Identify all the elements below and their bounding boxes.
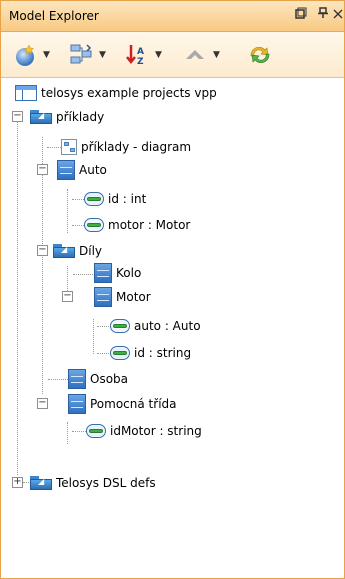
tree-item-label: Motor [116, 290, 151, 304]
new-element-icon [16, 44, 35, 66]
tree-item-label: Auto [79, 163, 107, 177]
collapse-toggle[interactable]: − [62, 291, 73, 302]
restore-window-icon[interactable] [291, 6, 311, 26]
expand-toggle[interactable]: + [12, 477, 23, 488]
new-element-button[interactable]: ▼ [13, 43, 50, 67]
collapse-toggle[interactable]: − [37, 398, 48, 409]
tree-connector [72, 199, 84, 200]
collapse-toggle[interactable]: − [37, 164, 48, 175]
model-explorer-panel: Model Explorer ▼ ▼ A Z ▼ ▼ telosys examp… [0, 0, 345, 579]
tree-connector [73, 274, 93, 275]
tree-item-label: Osoba [90, 372, 129, 386]
tree-item-class-auto[interactable]: Auto [57, 160, 107, 180]
tree-item-project[interactable]: telosys example projects vpp [15, 83, 217, 103]
class-icon [68, 369, 86, 389]
tree-connector [93, 319, 94, 354]
tree-item-label: id : int [108, 192, 147, 206]
refresh-icon [250, 46, 270, 64]
tree-item-label: auto : Auto [134, 319, 201, 333]
navigate-up-icon [186, 50, 204, 59]
close-icon[interactable] [328, 6, 345, 26]
tree-connector [23, 482, 29, 483]
svg-text:Z: Z [137, 57, 144, 67]
tree-connector [97, 326, 111, 327]
package-icon: ◢ [30, 476, 52, 490]
tree-item-attribute[interactable]: idMotor : string [86, 421, 202, 441]
svg-text:A: A [137, 47, 144, 57]
tree-item-package-telosys-dsl[interactable]: ◢ Telosys DSL defs [30, 473, 156, 493]
reference-attribute-icon [110, 319, 130, 333]
collapse-toggle[interactable]: − [37, 245, 48, 256]
attribute-icon [84, 192, 104, 206]
tree-item-attribute[interactable]: auto : Auto [110, 316, 201, 336]
tree-connector [48, 379, 68, 380]
model-tree: telosys example projects vpp − ◢ příklad… [1, 79, 344, 578]
project-icon [15, 85, 37, 101]
chevron-down-icon[interactable]: ▼ [43, 50, 50, 60]
tree-item-class-motor[interactable]: Motor [94, 287, 151, 307]
tree-item-class-pomocna[interactable]: Pomocná třída [68, 394, 177, 414]
refresh-button[interactable] [247, 43, 273, 67]
tree-item-label: Kolo [116, 266, 142, 280]
chevron-down-icon[interactable]: ▼ [99, 50, 106, 60]
tree-item-attribute[interactable]: motor : Motor [84, 215, 190, 235]
sort-icon: A Z [126, 45, 144, 67]
layout-icon [70, 44, 92, 64]
collapse-toggle[interactable]: − [12, 111, 23, 122]
tree-item-label: Pomocná třída [90, 397, 177, 411]
chevron-down-icon[interactable]: ▼ [213, 50, 220, 60]
tree-connector [97, 353, 111, 354]
panel-titlebar: Model Explorer [1, 1, 344, 32]
tree-item-label: Díly [79, 244, 103, 258]
class-icon [94, 263, 112, 283]
attribute-icon [110, 346, 130, 360]
attribute-icon [86, 424, 106, 438]
tree-item-package-priklady[interactable]: ◢ příklady [30, 107, 104, 127]
package-icon: ◢ [30, 110, 52, 124]
tree-item-diagram[interactable]: příklady - diagram [61, 137, 191, 157]
explorer-toolbar: ▼ ▼ A Z ▼ ▼ [1, 32, 344, 78]
tree-connector [47, 147, 61, 148]
tree-item-class-kolo[interactable]: Kolo [94, 263, 141, 283]
class-icon [57, 160, 75, 180]
tree-connector [72, 431, 86, 432]
tree-item-label: příklady - diagram [81, 140, 192, 154]
tree-connector [67, 422, 68, 444]
tree-item-label: Telosys DSL defs [56, 476, 156, 490]
tree-connector [17, 114, 18, 475]
class-icon [68, 394, 86, 414]
tree-connector [72, 225, 84, 226]
tree-connector [67, 189, 68, 233]
reference-attribute-icon [84, 218, 104, 232]
layout-button[interactable]: ▼ [69, 43, 106, 67]
tree-item-label: příklady [56, 110, 105, 124]
tree-item-label: telosys example projects vpp [41, 86, 217, 100]
tree-item-attribute[interactable]: id : string [110, 343, 191, 363]
tree-item-label: motor : Motor [108, 218, 191, 232]
panel-title: Model Explorer [9, 9, 99, 23]
tree-item-attribute[interactable]: id : int [84, 189, 146, 209]
chevron-down-icon[interactable]: ▼ [155, 50, 162, 60]
tree-item-package-dily[interactable]: ◢ Díly [53, 241, 102, 261]
tree-item-label: id : string [134, 346, 192, 360]
sort-button[interactable]: A Z ▼ [125, 43, 162, 67]
tree-item-label: idMotor : string [110, 424, 202, 438]
navigate-up-button[interactable]: ▼ [183, 43, 220, 67]
diagram-icon [61, 139, 77, 155]
tree-connector [42, 137, 43, 394]
tree-item-class-osoba[interactable]: Osoba [68, 369, 128, 389]
package-icon: ◢ [53, 244, 75, 258]
class-icon [94, 287, 112, 307]
